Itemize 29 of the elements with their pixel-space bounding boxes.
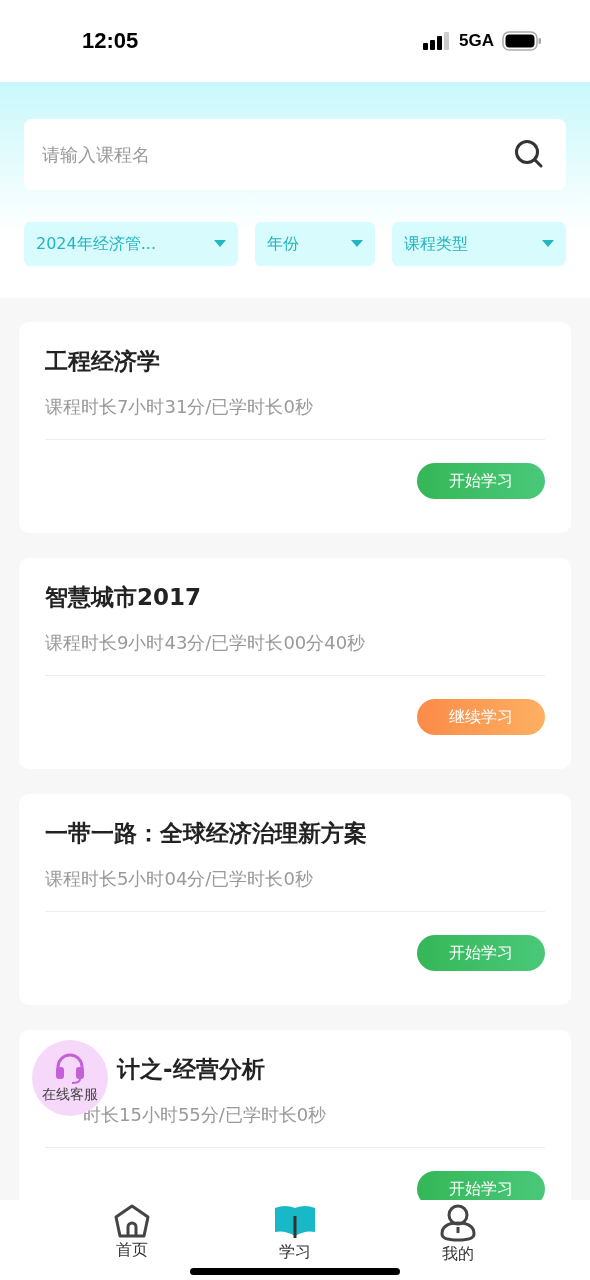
caret-icon	[213, 240, 226, 248]
study-button[interactable]: 开始学习	[417, 1171, 545, 1200]
course-title: 智慧城市2017	[45, 583, 202, 612]
study-button[interactable]: 继续学习	[417, 699, 545, 735]
caret-icon	[350, 240, 363, 248]
course-title: 计之-经营分析	[117, 1055, 266, 1084]
home-icon	[112, 1204, 151, 1238]
tab-item[interactable]: 学习	[255, 1204, 335, 1280]
network-label: 5GA	[459, 31, 494, 51]
filter-dropdown[interactable]: 2024年经济管...	[24, 222, 238, 266]
search-icon[interactable]	[514, 139, 544, 169]
study-button[interactable]: 开始学习	[417, 463, 545, 499]
tab-item[interactable]: 首页	[91, 1204, 172, 1280]
tab-item[interactable]: 我的	[418, 1204, 499, 1280]
study-button[interactable]: 开始学习	[417, 935, 545, 971]
course-title: 工程经济学	[45, 347, 161, 376]
headset-icon	[53, 1052, 87, 1084]
caret-icon	[542, 240, 554, 248]
book-icon	[273, 1204, 317, 1240]
battery-icon	[502, 31, 542, 51]
course-title: 一带一路：全球经济治理新方案	[45, 819, 368, 848]
course-duration: 课程时长9小时43分/已学时长00分40秒	[45, 631, 545, 676]
filter-dropdown[interactable]: 年份	[254, 222, 375, 266]
signal-icon	[423, 32, 452, 50]
course-duration: 课程时长5小时04分/已学时长0秒	[45, 867, 545, 912]
course-duration: 课程时长7小时31分/已学时长0秒	[45, 395, 545, 440]
status-time: 12:05	[82, 28, 139, 54]
filter-dropdown[interactable]: 课程类型	[391, 222, 566, 266]
search-field[interactable]: 请输入课程名	[24, 119, 566, 190]
